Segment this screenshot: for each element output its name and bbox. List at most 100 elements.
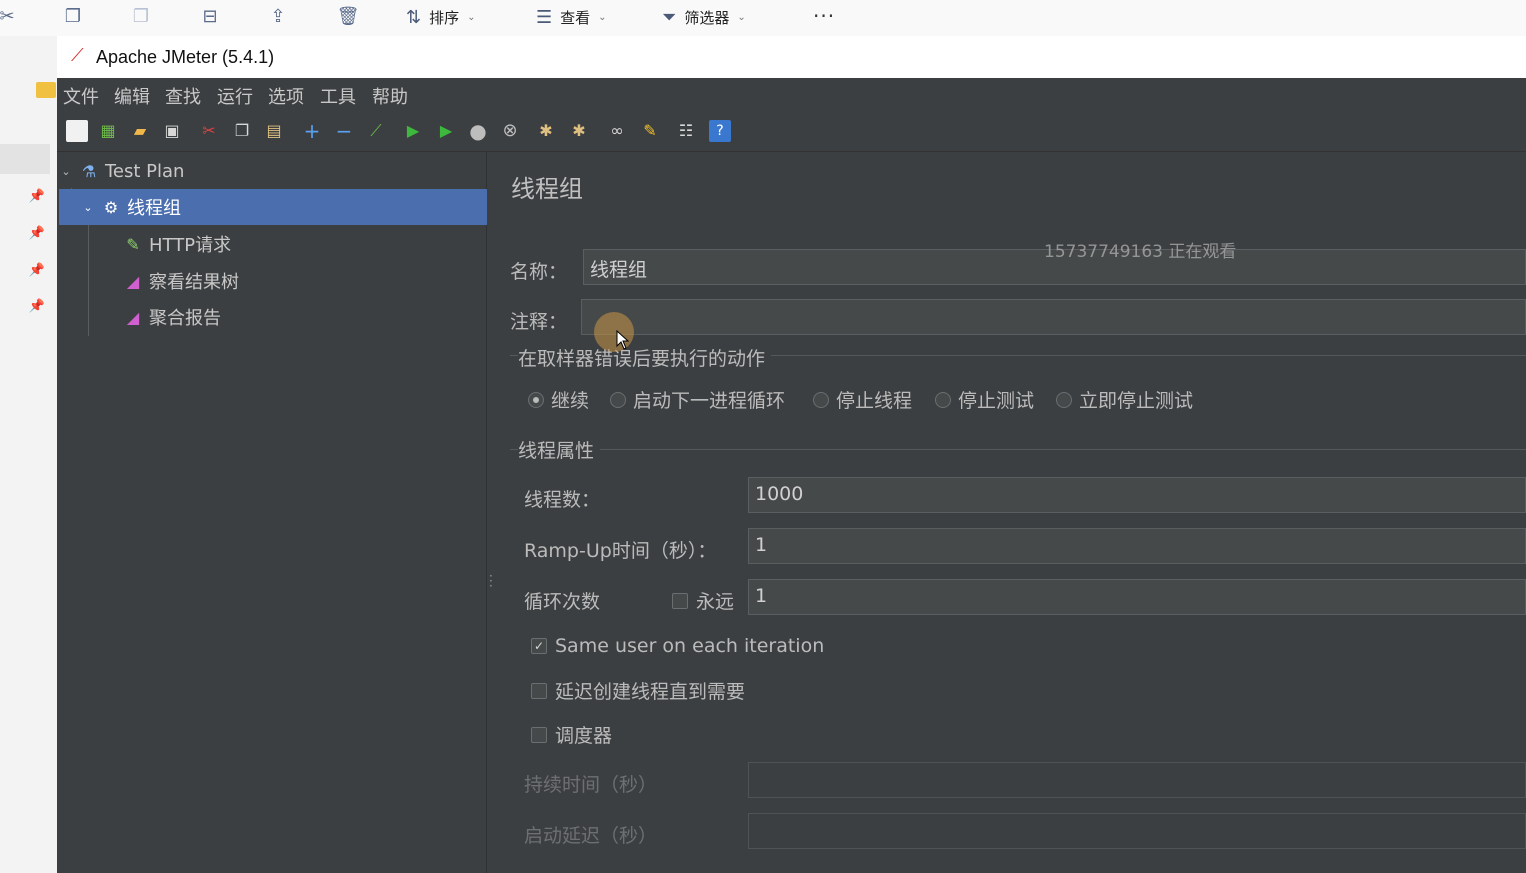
pin-icon[interactable]: 📌 bbox=[28, 262, 46, 280]
radio-label: 立即停止测试 bbox=[1079, 390, 1194, 412]
menu-search[interactable]: 查找 bbox=[165, 83, 201, 109]
collapse-icon[interactable]: − bbox=[333, 120, 355, 142]
menu-edit[interactable]: 编辑 bbox=[114, 83, 150, 109]
binoculars-icon[interactable]: ∞ bbox=[606, 120, 628, 142]
clear-icon[interactable]: ✱ bbox=[535, 120, 557, 142]
tree-item-label: HTTP请求 bbox=[149, 235, 232, 256]
checkbox[interactable] bbox=[672, 592, 688, 609]
loop-count-field[interactable]: 1 bbox=[748, 579, 1526, 615]
radio-continue[interactable]: 继续 bbox=[528, 386, 589, 413]
graph-icon: ◢ bbox=[126, 307, 140, 327]
checkbox[interactable]: ✓ bbox=[531, 638, 547, 654]
delay-create-label: 延迟创建线程直到需要 bbox=[555, 681, 746, 703]
cut-icon[interactable]: ✂ bbox=[0, 5, 20, 29]
sort-menu[interactable]: ⇅ 排序 ⌄ bbox=[406, 4, 476, 30]
filter-label: 筛选器 bbox=[684, 8, 730, 27]
menu-run[interactable]: 运行 bbox=[217, 83, 253, 109]
shutdown-icon[interactable]: ⊗ bbox=[499, 120, 521, 142]
menu-options[interactable]: 选项 bbox=[268, 83, 304, 109]
same-user-checkbox[interactable]: ✓ Same user on each iteration bbox=[531, 635, 824, 657]
forever-label: 永远 bbox=[696, 591, 735, 613]
view-menu[interactable]: ☰ 查看 ⌄ bbox=[536, 4, 607, 30]
delete-icon[interactable]: 🗑 bbox=[335, 5, 361, 29]
menu-tools[interactable]: 工具 bbox=[320, 83, 356, 109]
delay-create-checkbox[interactable]: 延迟创建线程直到需要 bbox=[531, 677, 745, 704]
templates-icon[interactable]: ▦ bbox=[97, 120, 119, 142]
chevron-down-icon[interactable]: ⌄ bbox=[59, 165, 73, 178]
help-icon[interactable]: ? bbox=[709, 120, 731, 142]
rampup-field[interactable]: 1 bbox=[748, 528, 1526, 564]
flask-icon: ⚗ bbox=[81, 161, 97, 181]
radio-stop-test-now[interactable]: 立即停止测试 bbox=[1056, 386, 1193, 413]
menu-bar: 文件 编辑 查找 运行 选项 工具 帮助 bbox=[57, 78, 1526, 110]
radio-button[interactable] bbox=[610, 391, 626, 408]
gear-icon: ⚙ bbox=[103, 197, 119, 217]
comment-label: 注释： bbox=[510, 311, 568, 333]
pin-icon[interactable]: 📌 bbox=[28, 225, 46, 243]
loop-count-label: 循环次数 bbox=[524, 591, 601, 613]
more-button[interactable]: ··· bbox=[813, 4, 835, 28]
stop-icon[interactable]: ● bbox=[467, 120, 489, 142]
folder-icon[interactable] bbox=[36, 82, 56, 98]
radio-button[interactable] bbox=[1056, 391, 1072, 408]
tree-item-http-request[interactable]: ✎ HTTP请求 bbox=[57, 226, 487, 262]
radio-stop-thread[interactable]: 停止线程 bbox=[813, 386, 912, 413]
comment-field[interactable] bbox=[581, 299, 1526, 335]
cut-icon[interactable]: ✂ bbox=[198, 120, 220, 142]
splitter[interactable] bbox=[490, 152, 498, 873]
radio-label: 停止测试 bbox=[958, 390, 1035, 412]
mouse-cursor-icon bbox=[616, 330, 630, 350]
tree-item-label: 聚合报告 bbox=[149, 308, 221, 329]
tree-item-label: Test Plan bbox=[105, 160, 185, 182]
tree-item-results-tree[interactable]: ◢ 察看结果树 bbox=[57, 263, 487, 299]
pencil-icon: ✎ bbox=[126, 234, 140, 254]
forever-checkbox[interactable]: 永远 bbox=[672, 587, 734, 614]
paste-icon[interactable]: ▤ bbox=[263, 120, 285, 142]
clear-all-icon[interactable]: ✱ bbox=[568, 120, 590, 142]
pin-icon[interactable]: 📌 bbox=[28, 188, 46, 206]
start-icon[interactable]: ▶ bbox=[402, 120, 424, 142]
function-helper-icon[interactable]: ☷ bbox=[675, 120, 697, 142]
share-icon[interactable]: ⇪ bbox=[265, 5, 291, 29]
title-bar[interactable]: ⟋ Apache JMeter (5.4.1) bbox=[57, 36, 1526, 78]
menu-help[interactable]: 帮助 bbox=[372, 83, 408, 109]
filter-menu[interactable]: ⏷ 筛选器 ⌄ bbox=[662, 4, 746, 30]
copy-icon[interactable]: ❐ bbox=[231, 120, 253, 142]
expand-icon[interactable]: + bbox=[301, 120, 323, 142]
tree-item-aggregate-report[interactable]: ◢ 聚合报告 bbox=[57, 299, 487, 335]
thread-props-title: 线程属性 bbox=[518, 436, 601, 463]
menu-file[interactable]: 文件 bbox=[63, 83, 99, 109]
copy-icon[interactable]: ❐ bbox=[60, 5, 86, 29]
rename-icon[interactable]: ⊟ bbox=[197, 5, 223, 29]
nav-selected-item[interactable] bbox=[0, 144, 50, 174]
duration-label: 持续时间（秒） bbox=[524, 774, 658, 796]
thread-count-field[interactable]: 1000 bbox=[748, 477, 1526, 513]
checkbox[interactable] bbox=[531, 726, 547, 743]
window-title: Apache JMeter (5.4.1) bbox=[96, 47, 275, 67]
start-no-pauses-icon[interactable]: ▶ bbox=[435, 120, 457, 142]
chevron-down-icon: ⌄ bbox=[598, 11, 607, 23]
tree-item-test-plan[interactable]: ⌄ ⚗ Test Plan bbox=[57, 153, 487, 189]
save-icon[interactable]: ▣ bbox=[161, 120, 183, 142]
scheduler-label: 调度器 bbox=[555, 725, 613, 747]
new-icon[interactable] bbox=[66, 120, 88, 142]
chevron-down-icon[interactable]: ⌄ bbox=[81, 201, 95, 214]
splitter-grip-icon[interactable]: · · · bbox=[489, 570, 493, 592]
paste-icon[interactable]: ❐ bbox=[128, 5, 154, 29]
jmeter-window: ⟋ Apache JMeter (5.4.1) 文件 编辑 查找 运行 选项 工… bbox=[57, 36, 1526, 873]
scheduler-checkbox[interactable]: 调度器 bbox=[531, 721, 612, 748]
tree-item-thread-group[interactable]: ⌄ ⚙ 线程组 bbox=[59, 189, 487, 225]
open-icon[interactable]: ▰ bbox=[129, 120, 151, 142]
tree-item-label: 察看结果树 bbox=[149, 272, 239, 293]
reset-search-icon[interactable]: ✎ bbox=[639, 120, 661, 142]
radio-button[interactable] bbox=[935, 391, 951, 408]
toggle-icon[interactable]: ⟋ bbox=[365, 120, 387, 142]
thread-group-editor: 线程组 名称： 线程组 注释： 在取样器错误后要执行的动作 继续 启动下一进程循… bbox=[498, 152, 1526, 873]
pin-icon[interactable]: 📌 bbox=[28, 298, 46, 316]
radio-button[interactable] bbox=[813, 391, 829, 408]
radio-button[interactable] bbox=[528, 391, 544, 408]
section-border bbox=[510, 449, 1526, 450]
radio-stop-test[interactable]: 停止测试 bbox=[935, 386, 1034, 413]
checkbox[interactable] bbox=[531, 682, 547, 699]
radio-start-next-loop[interactable]: 启动下一进程循环 bbox=[610, 386, 785, 413]
